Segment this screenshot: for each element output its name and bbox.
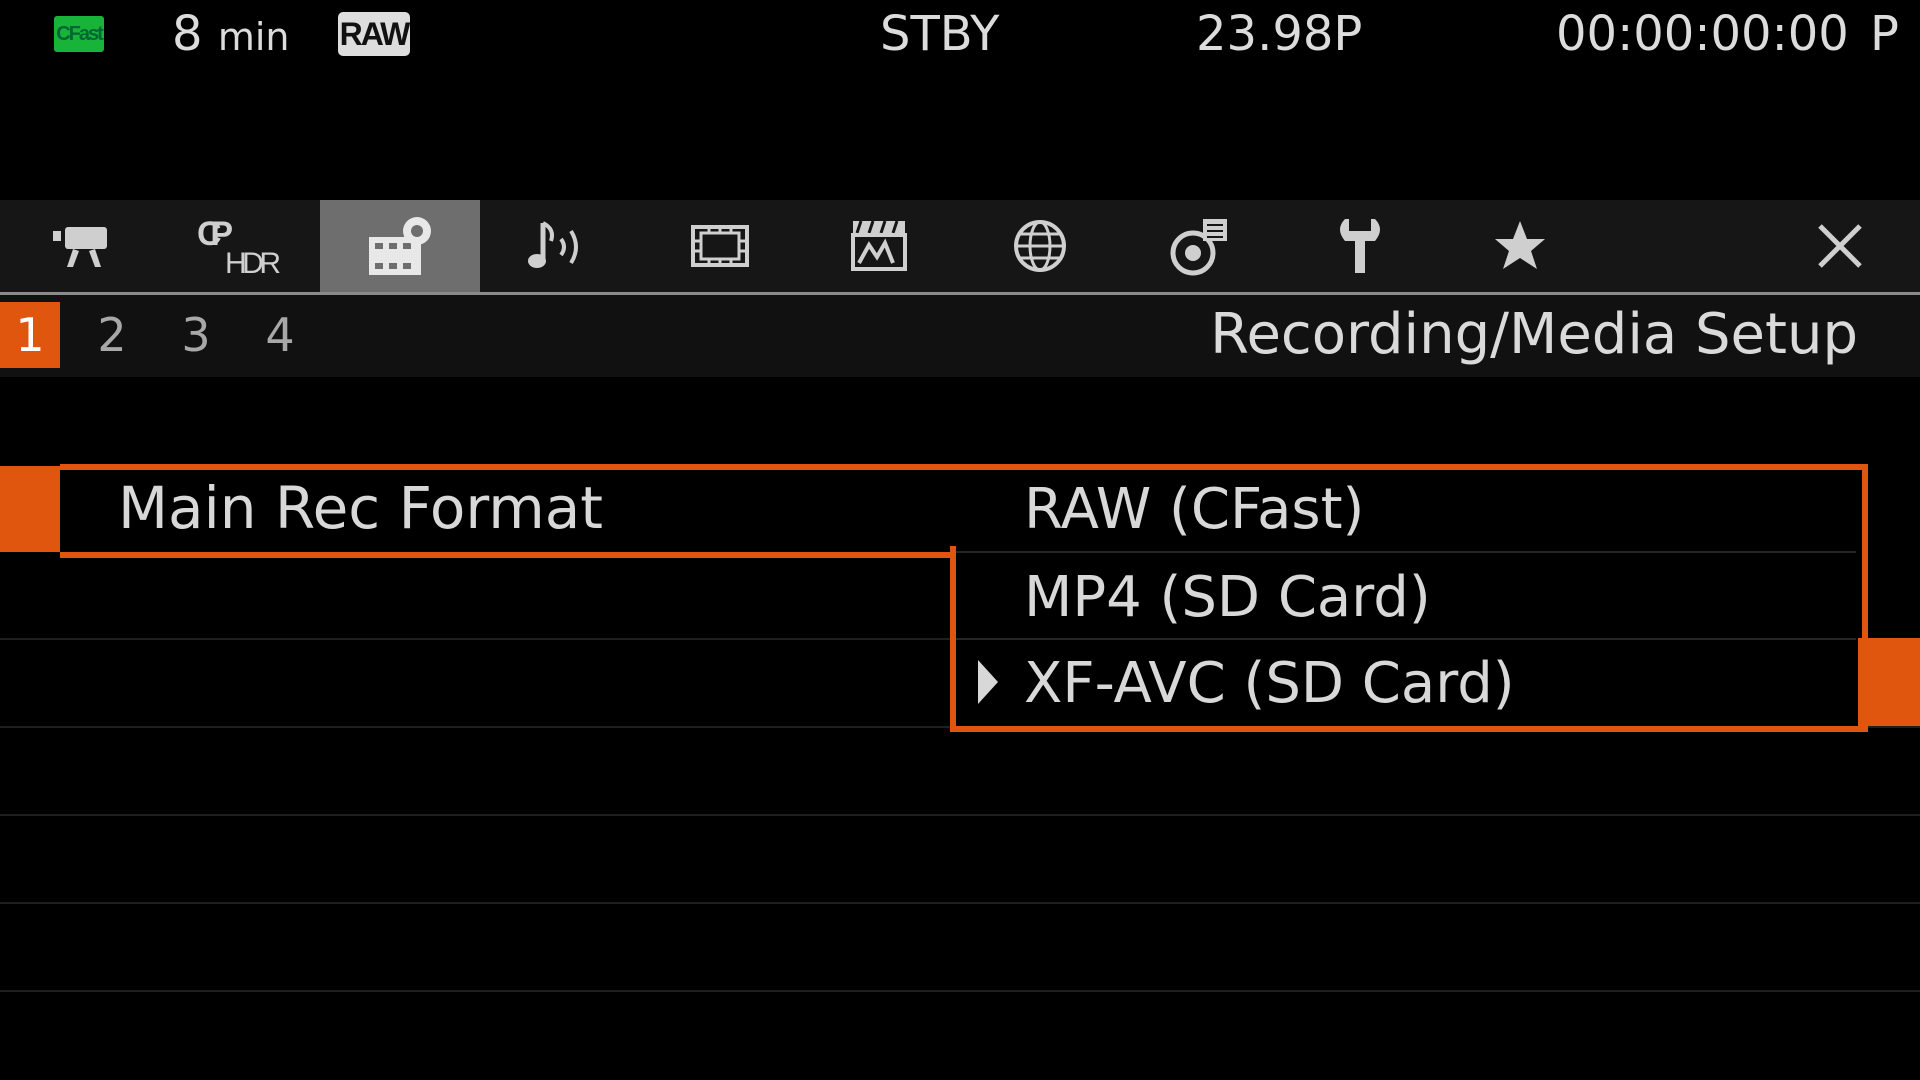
tab-assistance-functions[interactable] <box>800 200 960 292</box>
lcd-vf-setup-icon <box>691 225 749 267</box>
assistance-functions-icon <box>851 220 907 271</box>
tab-network-settings[interactable] <box>960 200 1120 292</box>
tab-cp-hdr[interactable]: CP HDR <box>160 200 320 292</box>
menu-tab-bar: CP HDR <box>0 200 1920 295</box>
raw-format-badge: RAW <box>338 12 410 56</box>
cfast-media-icon: CFast <box>54 16 104 52</box>
cp-hdr-icon: CP HDR <box>197 215 281 280</box>
page-tab-3[interactable]: 3 <box>166 302 226 368</box>
page-tab-1[interactable]: 1 <box>0 302 60 368</box>
page-tab-4[interactable]: 4 <box>250 302 310 368</box>
timecode-mode: P <box>1870 6 1899 62</box>
selection-marker-right <box>1858 638 1920 726</box>
option-list-border <box>950 546 956 726</box>
tab-monitoring-setup[interactable] <box>1120 200 1280 292</box>
selection-marker-left <box>0 466 62 552</box>
remaining-time-value: 8 <box>172 6 203 62</box>
row-divider <box>0 990 1920 992</box>
tab-my-menu[interactable] <box>1440 200 1600 292</box>
setting-label: Main Rec Format <box>118 474 603 542</box>
svg-text:HDR: HDR <box>225 247 281 280</box>
option-mp4-sd-card[interactable]: MP4 (SD Card) <box>1024 558 1431 638</box>
wrench-icon <box>1340 219 1380 273</box>
recording-media-setup-icon <box>369 217 431 275</box>
option-divider <box>956 551 1856 553</box>
timecode: 00:00:00:00 <box>1556 6 1849 62</box>
close-icon <box>1818 224 1862 268</box>
recording-mode-status: STBY <box>880 6 1000 62</box>
page-tab-2[interactable]: 2 <box>82 302 142 368</box>
option-xf-avc-sd-card[interactable]: XF-AVC (SD Card) <box>1024 644 1515 724</box>
monitoring-setup-icon <box>1170 219 1227 276</box>
row-divider <box>0 902 1920 904</box>
tab-system-setup[interactable] <box>1280 200 1440 292</box>
audio-setup-icon <box>528 221 578 268</box>
menu-title: Recording/Media Setup <box>1210 302 1858 367</box>
remaining-time-unit: min <box>217 15 290 59</box>
tab-recording-media-setup[interactable] <box>320 200 480 292</box>
tab-lcd-vf-setup[interactable] <box>640 200 800 292</box>
option-divider <box>956 638 1856 640</box>
close-menu-button[interactable] <box>1760 200 1920 292</box>
remaining-time: 8 min <box>172 6 289 65</box>
current-selection-arrow-icon <box>978 660 998 704</box>
option-raw-cfast[interactable]: RAW (CFast) <box>1024 470 1364 550</box>
camera-setup-icon <box>53 227 107 267</box>
tab-audio-setup[interactable] <box>480 200 640 292</box>
globe-icon <box>1014 220 1066 272</box>
star-icon <box>1495 221 1545 269</box>
tab-camera-setup[interactable] <box>0 200 160 292</box>
row-divider <box>0 814 1920 816</box>
frame-rate: 23.98P <box>1196 6 1363 62</box>
